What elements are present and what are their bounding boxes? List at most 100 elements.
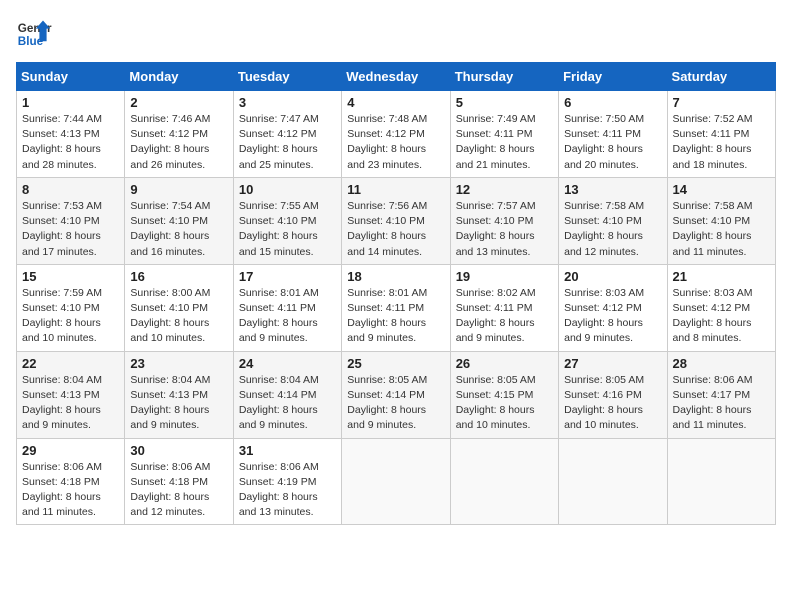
day-info: Sunrise: 7:49 AMSunset: 4:11 PMDaylight:…	[456, 112, 553, 173]
day-number: 7	[673, 95, 770, 110]
calendar-cell	[559, 438, 667, 525]
calendar-cell: 10 Sunrise: 7:55 AMSunset: 4:10 PMDayligh…	[233, 177, 341, 264]
day-info: Sunrise: 7:46 AMSunset: 4:12 PMDaylight:…	[130, 112, 227, 173]
day-number: 22	[22, 356, 119, 371]
calendar-cell: 17Sunrise: 8:01 AMSunset: 4:11 PMDayligh…	[233, 264, 341, 351]
day-number: 12	[456, 182, 553, 197]
day-number: 2	[130, 95, 227, 110]
calendar-cell	[450, 438, 558, 525]
day-number: 3	[239, 95, 336, 110]
day-info: Sunrise: 8:01 AMSunset: 4:11 PMDaylight:…	[239, 286, 336, 347]
calendar-cell: 27 Sunrise: 8:05 AMSunset: 4:16 PMDayligh…	[559, 351, 667, 438]
day-number: 23	[130, 356, 227, 371]
day-number: 26	[456, 356, 553, 371]
day-info: Sunrise: 7:55 AMSunset: 4:10 PMDaylight:…	[239, 199, 336, 260]
calendar-cell: 28Sunrise: 8:06 AMSunset: 4:17 PMDayligh…	[667, 351, 775, 438]
calendar-week-row: 22 Sunrise: 8:04 AMSunset: 4:13 PMDayligh…	[17, 351, 776, 438]
day-header-thursday: Thursday	[450, 63, 558, 91]
calendar-table: SundayMondayTuesdayWednesdayThursdayFrid…	[16, 62, 776, 525]
day-number: 11	[347, 182, 444, 197]
calendar-cell: 8 Sunrise: 7:53 AMSunset: 4:10 PMDaylight…	[17, 177, 125, 264]
day-number: 9	[130, 182, 227, 197]
calendar-cell: 7 Sunrise: 7:52 AMSunset: 4:11 PMDaylight…	[667, 91, 775, 178]
day-number: 6	[564, 95, 661, 110]
calendar-cell: 16 Sunrise: 8:00 AMSunset: 4:10 PMDayligh…	[125, 264, 233, 351]
day-number: 16	[130, 269, 227, 284]
day-number: 19	[456, 269, 553, 284]
day-info: Sunrise: 8:04 AMSunset: 4:13 PMDaylight:…	[130, 373, 227, 434]
calendar-cell: 30 Sunrise: 8:06 AMSunset: 4:18 PMDayligh…	[125, 438, 233, 525]
calendar-cell: 6 Sunrise: 7:50 AMSunset: 4:11 PMDaylight…	[559, 91, 667, 178]
calendar-cell	[342, 438, 450, 525]
page-header: General Blue	[16, 16, 776, 52]
day-number: 28	[673, 356, 770, 371]
day-info: Sunrise: 7:58 AMSunset: 4:10 PMDaylight:…	[673, 199, 770, 260]
calendar-cell: 29 Sunrise: 8:06 AMSunset: 4:18 PMDayligh…	[17, 438, 125, 525]
calendar-cell: 2 Sunrise: 7:46 AMSunset: 4:12 PMDaylight…	[125, 91, 233, 178]
day-info: Sunrise: 8:06 AMSunset: 4:18 PMDaylight:…	[130, 460, 227, 521]
day-info: Sunrise: 8:05 AMSunset: 4:16 PMDaylight:…	[564, 373, 661, 434]
calendar-cell: 11 Sunrise: 7:56 AMSunset: 4:10 PMDayligh…	[342, 177, 450, 264]
day-number: 1	[22, 95, 119, 110]
day-number: 30	[130, 443, 227, 458]
logo: General Blue	[16, 16, 52, 52]
day-info: Sunrise: 7:53 AMSunset: 4:10 PMDaylight:…	[22, 199, 119, 260]
day-number: 25	[347, 356, 444, 371]
calendar-cell: 12 Sunrise: 7:57 AMSunset: 4:10 PMDayligh…	[450, 177, 558, 264]
day-info: Sunrise: 7:50 AMSunset: 4:11 PMDaylight:…	[564, 112, 661, 173]
day-info: Sunrise: 7:58 AMSunset: 4:10 PMDaylight:…	[564, 199, 661, 260]
calendar-cell: 14 Sunrise: 7:58 AMSunset: 4:10 PMDayligh…	[667, 177, 775, 264]
day-number: 18	[347, 269, 444, 284]
calendar-cell: 5Sunrise: 7:49 AMSunset: 4:11 PMDaylight…	[450, 91, 558, 178]
day-info: Sunrise: 7:57 AMSunset: 4:10 PMDaylight:…	[456, 199, 553, 260]
day-header-sunday: Sunday	[17, 63, 125, 91]
day-info: Sunrise: 7:48 AMSunset: 4:12 PMDaylight:…	[347, 112, 444, 173]
day-number: 27	[564, 356, 661, 371]
day-number: 10	[239, 182, 336, 197]
day-number: 14	[673, 182, 770, 197]
calendar-cell: 19 Sunrise: 8:02 AMSunset: 4:11 PMDayligh…	[450, 264, 558, 351]
day-number: 29	[22, 443, 119, 458]
calendar-cell: 21Sunrise: 8:03 AMSunset: 4:12 PMDayligh…	[667, 264, 775, 351]
calendar-cell: 3Sunrise: 7:47 AMSunset: 4:12 PMDaylight…	[233, 91, 341, 178]
calendar-cell: 13 Sunrise: 7:58 AMSunset: 4:10 PMDayligh…	[559, 177, 667, 264]
day-header-wednesday: Wednesday	[342, 63, 450, 91]
day-info: Sunrise: 8:04 AMSunset: 4:13 PMDaylight:…	[22, 373, 119, 434]
day-info: Sunrise: 8:03 AMSunset: 4:12 PMDaylight:…	[673, 286, 770, 347]
day-info: Sunrise: 8:00 AMSunset: 4:10 PMDaylight:…	[130, 286, 227, 347]
day-number: 15	[22, 269, 119, 284]
day-info: Sunrise: 7:56 AMSunset: 4:10 PMDaylight:…	[347, 199, 444, 260]
logo-icon: General Blue	[16, 16, 52, 52]
svg-text:General: General	[18, 22, 52, 35]
calendar-cell: 15Sunrise: 7:59 AMSunset: 4:10 PMDayligh…	[17, 264, 125, 351]
calendar-cell: 26 Sunrise: 8:05 AMSunset: 4:15 PMDayligh…	[450, 351, 558, 438]
day-number: 8	[22, 182, 119, 197]
day-number: 31	[239, 443, 336, 458]
calendar-cell	[667, 438, 775, 525]
calendar-header-row: SundayMondayTuesdayWednesdayThursdayFrid…	[17, 63, 776, 91]
calendar-cell: 1 Sunrise: 7:44 AMSunset: 4:13 PMDaylight…	[17, 91, 125, 178]
calendar-cell: 23 Sunrise: 8:04 AMSunset: 4:13 PMDayligh…	[125, 351, 233, 438]
calendar-cell: 4 Sunrise: 7:48 AMSunset: 4:12 PMDaylight…	[342, 91, 450, 178]
day-info: Sunrise: 8:01 AMSunset: 4:11 PMDaylight:…	[347, 286, 444, 347]
day-info: Sunrise: 8:05 AMSunset: 4:15 PMDaylight:…	[456, 373, 553, 434]
calendar-week-row: 15Sunrise: 7:59 AMSunset: 4:10 PMDayligh…	[17, 264, 776, 351]
day-number: 4	[347, 95, 444, 110]
day-info: Sunrise: 7:52 AMSunset: 4:11 PMDaylight:…	[673, 112, 770, 173]
calendar-cell: 25Sunrise: 8:05 AMSunset: 4:14 PMDayligh…	[342, 351, 450, 438]
calendar-week-row: 8 Sunrise: 7:53 AMSunset: 4:10 PMDaylight…	[17, 177, 776, 264]
day-info: Sunrise: 8:06 AMSunset: 4:18 PMDaylight:…	[22, 460, 119, 521]
calendar-week-row: 29 Sunrise: 8:06 AMSunset: 4:18 PMDayligh…	[17, 438, 776, 525]
day-number: 24	[239, 356, 336, 371]
calendar-cell: 20Sunrise: 8:03 AMSunset: 4:12 PMDayligh…	[559, 264, 667, 351]
day-header-monday: Monday	[125, 63, 233, 91]
day-info: Sunrise: 7:44 AMSunset: 4:13 PMDaylight:…	[22, 112, 119, 173]
day-info: Sunrise: 8:02 AMSunset: 4:11 PMDaylight:…	[456, 286, 553, 347]
day-header-tuesday: Tuesday	[233, 63, 341, 91]
day-info: Sunrise: 7:54 AMSunset: 4:10 PMDaylight:…	[130, 199, 227, 260]
calendar-cell: 22 Sunrise: 8:04 AMSunset: 4:13 PMDayligh…	[17, 351, 125, 438]
day-number: 13	[564, 182, 661, 197]
day-info: Sunrise: 8:04 AMSunset: 4:14 PMDaylight:…	[239, 373, 336, 434]
calendar-cell: 24 Sunrise: 8:04 AMSunset: 4:14 PMDayligh…	[233, 351, 341, 438]
day-header-saturday: Saturday	[667, 63, 775, 91]
